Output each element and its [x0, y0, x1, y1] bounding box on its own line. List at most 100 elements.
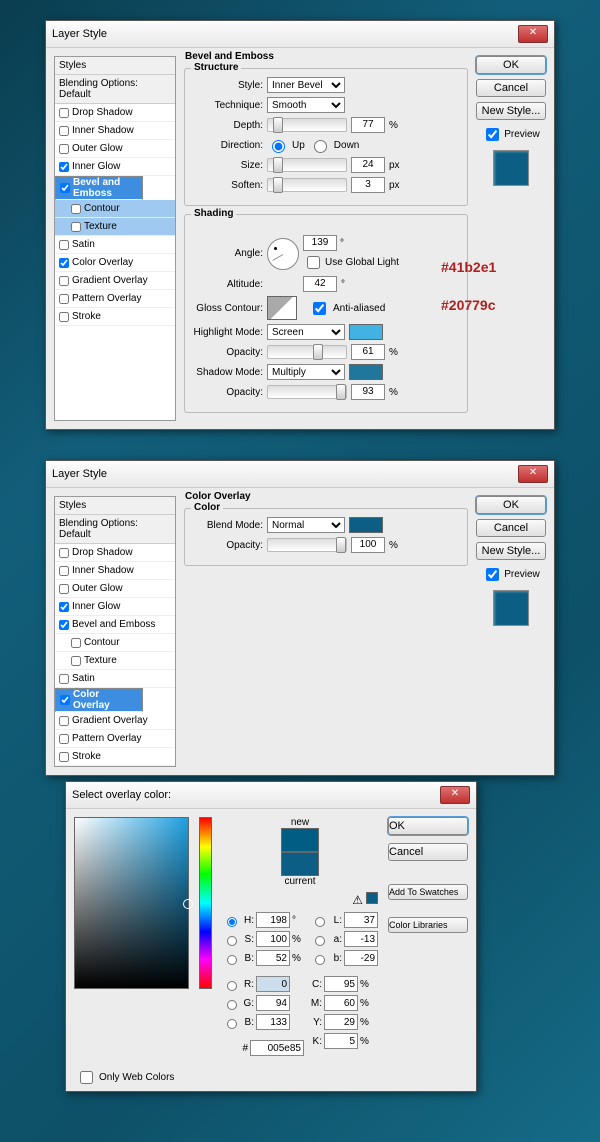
titlebar[interactable]: Select overlay color: ✕ — [66, 782, 476, 809]
titlebar[interactable]: Layer Style ✕ — [46, 461, 554, 488]
l-input[interactable] — [344, 912, 378, 928]
h-radio[interactable] — [227, 917, 237, 927]
opt-gradient-overlay[interactable]: Gradient Overlay — [55, 712, 175, 730]
closest-web-swatch[interactable] — [366, 892, 378, 904]
s-radio[interactable] — [227, 936, 237, 946]
preview-chk[interactable] — [486, 568, 499, 581]
soften-slider[interactable] — [267, 178, 347, 192]
overlay-opacity-slider[interactable] — [267, 538, 347, 552]
opt-stroke[interactable]: Stroke — [55, 308, 175, 326]
opt-pattern-overlay[interactable]: Pattern Overlay — [55, 290, 175, 308]
warning-icon[interactable]: ⚠ — [352, 893, 363, 907]
new-style-button[interactable]: New Style... — [476, 542, 546, 560]
highlight-mode-select[interactable]: Screen — [267, 324, 345, 340]
y-input[interactable] — [324, 1014, 358, 1030]
overlay-opacity-input[interactable]: 100 — [351, 537, 385, 553]
opt-outer-glow[interactable]: Outer Glow — [55, 140, 175, 158]
styles-header[interactable]: Styles — [55, 57, 175, 75]
color-gradient-field[interactable] — [74, 817, 189, 989]
chk-outer-glow[interactable] — [59, 144, 69, 154]
chk-stroke[interactable] — [59, 312, 69, 322]
ok-button[interactable]: OK — [476, 56, 546, 74]
a-input[interactable] — [344, 931, 378, 947]
opt-stroke[interactable]: Stroke — [55, 748, 175, 766]
opt-drop-shadow[interactable]: Drop Shadow — [55, 104, 175, 122]
opt-outer-glow[interactable]: Outer Glow — [55, 580, 175, 598]
gloss-contour[interactable] — [267, 296, 297, 320]
dir-up-radio[interactable] — [272, 140, 285, 153]
opt-color-overlay[interactable]: Color Overlay — [55, 688, 143, 712]
global-light-chk[interactable] — [307, 256, 320, 269]
ok-button[interactable]: OK — [388, 817, 468, 835]
opt-inner-shadow[interactable]: Inner Shadow — [55, 562, 175, 580]
chk-inner-shadow[interactable] — [59, 126, 69, 136]
cancel-button[interactable]: Cancel — [476, 79, 546, 97]
soften-input[interactable]: 3 — [351, 177, 385, 193]
blend-mode-select[interactable]: Normal — [267, 517, 345, 533]
opt-bevel-emboss[interactable]: Bevel and Emboss — [55, 616, 175, 634]
shadow-color-swatch[interactable] — [349, 364, 383, 380]
preview-chk[interactable] — [486, 128, 499, 141]
depth-input[interactable]: 77 — [351, 117, 385, 133]
add-swatches-button[interactable]: Add To Swatches — [388, 884, 468, 900]
highlight-color-swatch[interactable] — [349, 324, 383, 340]
new-style-button[interactable]: New Style... — [476, 102, 546, 120]
chk-bevel-emboss[interactable] — [60, 183, 70, 193]
technique-select[interactable]: Smooth — [267, 97, 345, 113]
opt-gradient-overlay[interactable]: Gradient Overlay — [55, 272, 175, 290]
altitude-input[interactable]: 42 — [303, 276, 337, 292]
k-input[interactable] — [324, 1033, 358, 1049]
close-button[interactable]: ✕ — [440, 786, 470, 804]
shadow-mode-select[interactable]: Multiply — [267, 364, 345, 380]
size-slider[interactable] — [267, 158, 347, 172]
opt-inner-glow[interactable]: Inner Glow — [55, 158, 175, 176]
opt-color-overlay[interactable]: Color Overlay — [55, 254, 175, 272]
opt-contour[interactable]: Contour — [55, 200, 175, 218]
color-libraries-button[interactable]: Color Libraries — [388, 917, 468, 933]
blending-options-header[interactable]: Blending Options: Default — [55, 515, 175, 544]
opt-satin[interactable]: Satin — [55, 236, 175, 254]
current-color-swatch[interactable] — [281, 852, 319, 876]
opt-satin[interactable]: Satin — [55, 670, 175, 688]
chk-inner-glow[interactable] — [59, 162, 69, 172]
opt-contour[interactable]: Contour — [55, 634, 175, 652]
c-input[interactable] — [324, 976, 358, 992]
angle-input[interactable]: 139 — [303, 235, 337, 251]
opt-inner-shadow[interactable]: Inner Shadow — [55, 122, 175, 140]
web-colors-chk[interactable] — [80, 1071, 93, 1084]
hue-slider[interactable] — [199, 817, 212, 989]
chk-texture[interactable] — [71, 222, 81, 232]
depth-slider[interactable] — [267, 118, 347, 132]
lab-b-input[interactable] — [344, 950, 378, 966]
overlay-color-swatch[interactable] — [349, 517, 383, 533]
bb-radio[interactable] — [227, 1019, 237, 1029]
bb-input[interactable] — [256, 1014, 290, 1030]
angle-widget[interactable] — [267, 238, 299, 270]
r-radio[interactable] — [227, 981, 237, 991]
close-button[interactable]: ✕ — [518, 465, 548, 483]
chk-color-overlay[interactable] — [59, 258, 69, 268]
style-select[interactable]: Inner Bevel — [267, 77, 345, 93]
opt-texture[interactable]: Texture — [55, 652, 175, 670]
styles-header[interactable]: Styles — [55, 497, 175, 515]
dir-down-radio[interactable] — [314, 140, 327, 153]
sh-opacity-input[interactable]: 93 — [351, 384, 385, 400]
chk-pat-overlay[interactable] — [59, 294, 69, 304]
chk-drop-shadow[interactable] — [59, 108, 69, 118]
b-input[interactable] — [256, 950, 290, 966]
ok-button[interactable]: OK — [476, 496, 546, 514]
chk-grad-overlay[interactable] — [59, 276, 69, 286]
m-input[interactable] — [324, 995, 358, 1011]
hl-opacity-input[interactable]: 61 — [351, 344, 385, 360]
cancel-button[interactable]: Cancel — [388, 843, 468, 861]
a-radio[interactable] — [315, 936, 325, 946]
antialias-chk[interactable] — [313, 302, 326, 315]
opt-texture[interactable]: Texture — [55, 218, 175, 236]
lab-b-radio[interactable] — [315, 955, 325, 965]
g-input[interactable] — [256, 995, 290, 1011]
opt-pattern-overlay[interactable]: Pattern Overlay — [55, 730, 175, 748]
g-radio[interactable] — [227, 1000, 237, 1010]
opt-inner-glow[interactable]: Inner Glow — [55, 598, 175, 616]
chk-satin[interactable] — [59, 240, 69, 250]
titlebar[interactable]: Layer Style ✕ — [46, 21, 554, 48]
